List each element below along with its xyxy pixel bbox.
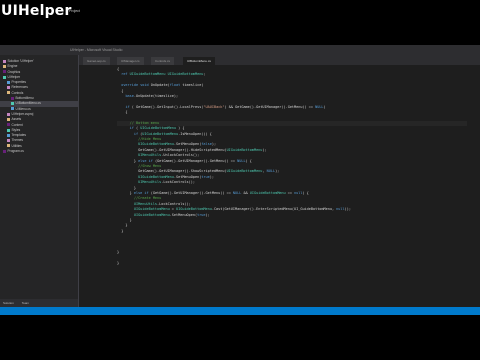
tree-item-label: Utilities — [11, 143, 22, 148]
title-bar: UIHelper - Microsoft Visual Studio — [0, 45, 480, 55]
video-subtitle: Project — [69, 9, 80, 13]
tree-item-label: Styles — [11, 127, 21, 132]
editor-gutter — [79, 65, 102, 307]
solution-tree: Solution 'UIHelper' Engine Graphics UIHelpe… — [0, 59, 78, 154]
tree-item-label: UIHelper — [7, 74, 21, 79]
file-icon — [7, 80, 10, 84]
sidebar-tabs: Solution Team — [0, 299, 78, 307]
file-icon — [3, 59, 6, 63]
tree-item-label: Themes — [11, 138, 24, 143]
video-title: UIHelper — [1, 3, 72, 19]
tree-item-label: BottomMenu — [15, 96, 34, 101]
tree-item-label: Controls — [11, 90, 24, 95]
file-icon — [7, 133, 10, 137]
ide-window: UIHelper - Microsoft Visual Studio Solut… — [0, 45, 480, 315]
file-icon — [7, 128, 10, 132]
file-icon — [7, 123, 10, 127]
tree-item-label: Templates — [11, 133, 27, 138]
document-tabs: GameLoop.cs UIManager.cs Controls.cs UIBott… — [79, 55, 480, 65]
file-icon — [7, 86, 10, 90]
tree-item-label: Engine — [7, 64, 18, 69]
tree-item-label: References — [11, 85, 28, 90]
tab-team[interactable]: Team — [22, 301, 29, 305]
tab-uimanager-cs[interactable]: UIManager.cs — [117, 57, 144, 65]
tree-item-label: Graphics — [7, 69, 21, 74]
tree-item-label: Properties — [11, 80, 27, 85]
file-icon — [3, 70, 6, 74]
tree-item-label: UIBottomMenu.cs — [15, 101, 41, 106]
file-icon — [11, 107, 14, 111]
code-editor[interactable]: { ref UIGuideBottomMenu UIGuideBottomMen… — [79, 65, 480, 307]
file-icon — [3, 149, 6, 153]
file-icon — [3, 75, 6, 79]
tab-controls-cs[interactable]: Controls.cs — [151, 57, 175, 65]
tree-item-label: Assets — [11, 117, 22, 122]
code-text[interactable]: { ref UIGuideBottomMenu UIGuideBottomMen… — [117, 67, 467, 266]
tree-item-label: Content — [11, 122, 23, 127]
tab-solution[interactable]: Solution — [3, 301, 14, 305]
file-icon — [7, 139, 10, 143]
app-name: UIHelper - Microsoft Visual Studio — [70, 48, 123, 52]
tab-gameloop-cs[interactable]: GameLoop.cs — [83, 57, 110, 65]
file-icon — [7, 117, 10, 121]
solution-explorer: Solution 'UIHelper' Engine Graphics UIHelpe… — [0, 55, 79, 307]
file-icon — [7, 91, 10, 95]
file-icon — [11, 96, 14, 100]
file-icon — [7, 112, 10, 116]
tree-item-label: Solution 'UIHelper' — [7, 59, 34, 63]
tree-item-label: UIMenu.cs — [15, 106, 31, 111]
status-bar — [0, 307, 480, 315]
tree-item[interactable]: Program.cs — [0, 149, 78, 154]
file-icon — [7, 144, 10, 148]
tree-item-label: UIHelper.csproj — [11, 111, 34, 116]
code-line[interactable]: } — [117, 261, 467, 266]
file-icon — [11, 102, 14, 106]
tree-item-label: Program.cs — [7, 149, 24, 154]
file-icon — [3, 64, 6, 68]
tab-uibottommenu-cs[interactable]: UIBottomMenu.cs — [183, 57, 215, 65]
